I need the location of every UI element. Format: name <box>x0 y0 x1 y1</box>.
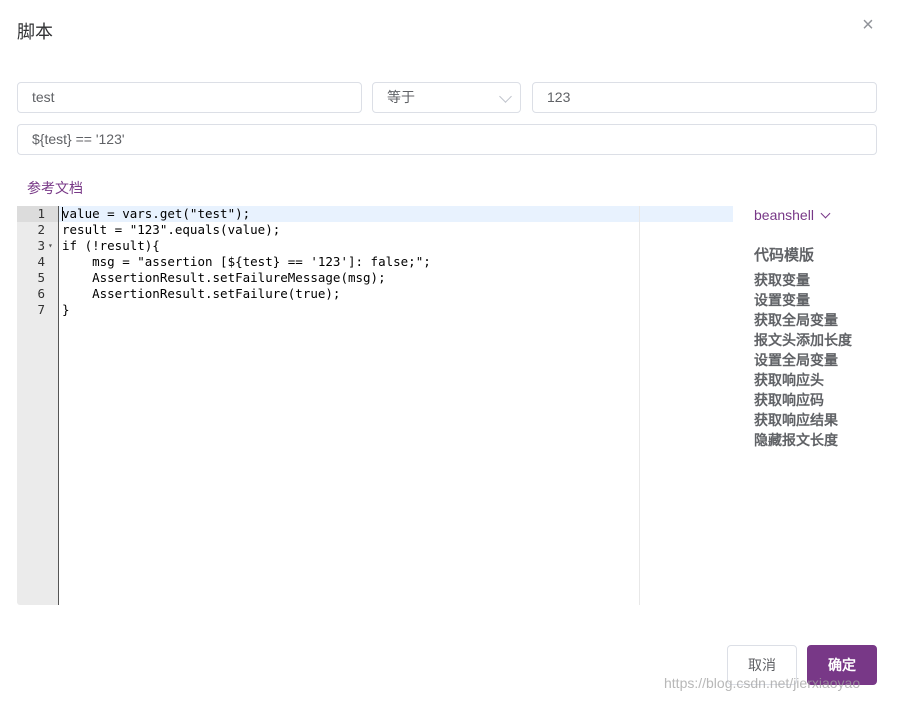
dialog-title: 脚本 <box>17 22 53 42</box>
code-line: result = "123".equals(value); <box>62 222 281 237</box>
template-item[interactable]: 获取响应码 <box>754 390 824 410</box>
variable-input[interactable]: test <box>17 82 362 113</box>
template-item[interactable]: 获取全局变量 <box>754 310 838 330</box>
code-line: } <box>62 302 70 317</box>
chevron-down-icon <box>499 90 512 103</box>
line-number: 4 <box>37 254 45 269</box>
code-line: value = vars.get("test"); <box>62 206 251 221</box>
line-number: 5 <box>37 270 45 285</box>
chevron-down-icon <box>820 208 831 219</box>
line-number: 2 <box>37 222 45 237</box>
editor-gutter: 1 2 3 ▾ 4 5 6 7 <box>17 206 59 605</box>
code-line: AssertionResult.setFailureMessage(msg); <box>62 270 386 285</box>
language-select[interactable]: beanshell <box>754 207 831 223</box>
code-editor[interactable]: 1 2 3 ▾ 4 5 6 7 value = vars.get("test")… <box>17 206 733 605</box>
template-panel-title: 代码模版 <box>754 247 815 264</box>
template-item[interactable]: 报文头添加长度 <box>754 330 852 350</box>
template-item[interactable]: 设置变量 <box>754 290 810 310</box>
template-item[interactable]: 隐藏报文长度 <box>754 430 838 450</box>
line-number: 1 <box>37 206 45 221</box>
print-margin <box>639 206 640 605</box>
variable-input-value: test <box>32 89 55 105</box>
code-line: AssertionResult.setFailure(true); <box>62 286 341 301</box>
template-item[interactable]: 获取变量 <box>754 270 810 290</box>
fold-toggle-icon[interactable]: ▾ <box>48 241 53 250</box>
operator-select-value: 等于 <box>387 89 415 105</box>
line-number: 3 <box>37 238 45 253</box>
expression-input-value: ${test} == '123' <box>32 131 125 147</box>
template-item[interactable]: 获取响应头 <box>754 370 824 390</box>
template-item[interactable]: 获取响应结果 <box>754 410 838 430</box>
watermark: https://blog.csdn.net/jierxiaoyao <box>664 675 861 691</box>
code-line: if (!result){ <box>62 238 160 253</box>
operator-select[interactable]: 等于 <box>372 82 521 113</box>
expected-value-input[interactable]: 123 <box>532 82 877 113</box>
expected-value-input-value: 123 <box>547 89 571 105</box>
line-number: 7 <box>37 302 45 317</box>
template-item[interactable]: 设置全局变量 <box>754 350 838 370</box>
close-icon[interactable]: × <box>859 15 877 35</box>
reference-doc-link[interactable]: 参考文档 <box>27 178 83 198</box>
expression-input[interactable]: ${test} == '123' <box>17 124 877 155</box>
language-select-value: beanshell <box>754 207 814 223</box>
code-line: msg = "assertion [${test} == '123']: fal… <box>62 254 431 269</box>
line-number: 6 <box>37 286 45 301</box>
